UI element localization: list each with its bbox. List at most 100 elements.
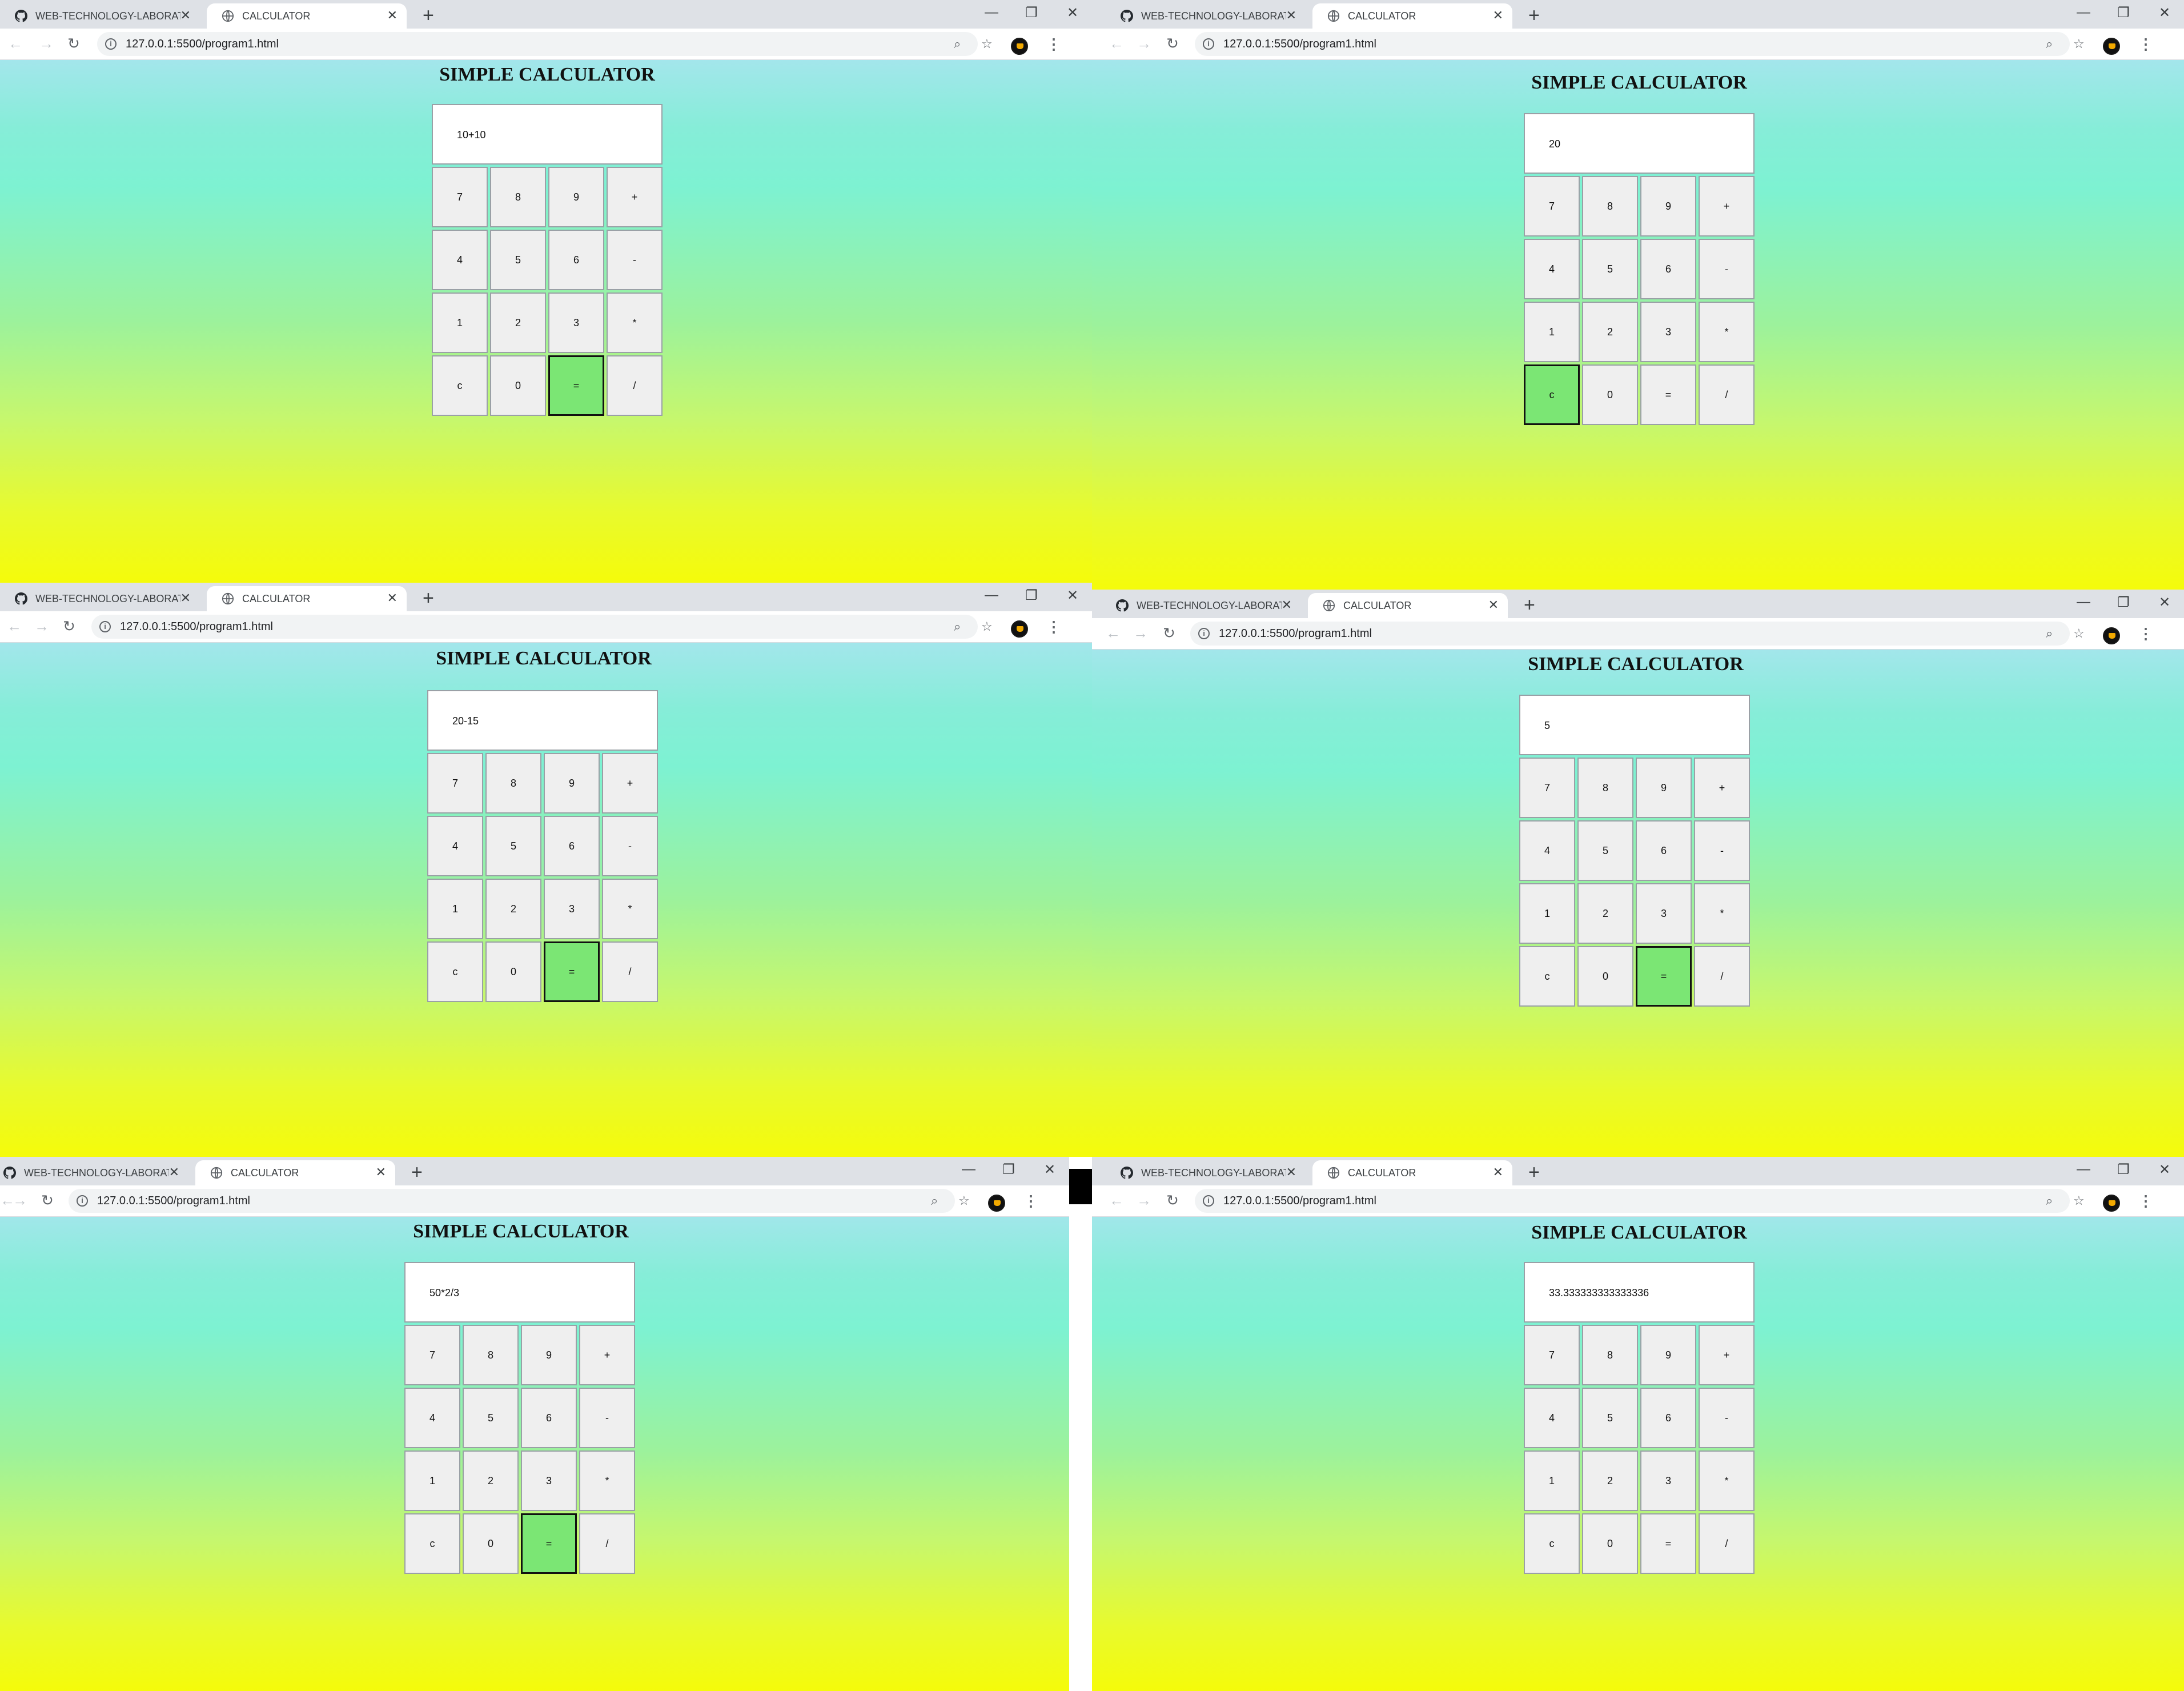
close-icon[interactable]: ✕	[1286, 9, 1296, 22]
key-button[interactable]: *	[1699, 1450, 1755, 1511]
key-button[interactable]: 5	[1582, 1388, 1638, 1448]
bookmark-star-icon[interactable]: ☆	[958, 1192, 970, 1209]
minimize-icon[interactable]: —	[2075, 594, 2091, 610]
reload-icon[interactable]: ↻	[65, 34, 82, 53]
key-button[interactable]: 1	[1524, 1450, 1580, 1511]
tab-calculator[interactable]: CALCULATOR ✕	[1312, 1160, 1512, 1185]
close-icon[interactable]: ✕	[1488, 598, 1499, 612]
key-button[interactable]: *	[1699, 302, 1755, 362]
new-tab-icon[interactable]: +	[423, 588, 434, 608]
key-button[interactable]: 8	[490, 167, 546, 227]
key-button[interactable]: 5	[463, 1388, 519, 1448]
info-icon[interactable]: i	[77, 1195, 88, 1207]
profile-avatar[interactable]	[1011, 38, 1028, 55]
key-button[interactable]: 3	[1640, 1450, 1696, 1511]
profile-avatar[interactable]	[1011, 620, 1028, 638]
key-button[interactable]: +	[1699, 1325, 1755, 1385]
close-icon[interactable]: ✕	[169, 1165, 179, 1179]
key-button[interactable]: 9	[544, 753, 600, 814]
key-button[interactable]: =	[548, 355, 604, 416]
back-arrow-icon[interactable]: ←	[6, 617, 23, 635]
calculator-display[interactable]: 50*2/3	[404, 1262, 635, 1323]
address-bar[interactable]: i 127.0.0.1:5500/program1.html	[69, 1189, 955, 1213]
restore-icon[interactable]: ❐	[1023, 587, 1039, 604]
forward-arrow-icon[interactable]: →	[1135, 1191, 1153, 1209]
tab-calculator[interactable]: CALCULATOR ✕	[195, 1160, 395, 1185]
key-button[interactable]: 1	[404, 1450, 460, 1511]
key-button[interactable]: 3	[521, 1450, 577, 1511]
zoom-icon[interactable]: ⌕	[2046, 1192, 2053, 1209]
bookmark-star-icon[interactable]: ☆	[981, 618, 993, 635]
key-button[interactable]: /	[602, 941, 658, 1002]
minimize-icon[interactable]: —	[983, 5, 999, 21]
key-button[interactable]: 4	[404, 1388, 460, 1448]
key-button[interactable]: *	[607, 292, 663, 353]
close-icon[interactable]: ✕	[2157, 5, 2173, 21]
close-icon[interactable]: ✕	[180, 9, 191, 22]
key-button[interactable]: 1	[1519, 883, 1575, 944]
key-button[interactable]: 6	[521, 1388, 577, 1448]
key-button[interactable]: 0	[463, 1513, 519, 1574]
key-button[interactable]: 7	[1519, 758, 1575, 818]
key-button[interactable]: 4	[1524, 239, 1580, 299]
key-button[interactable]: 0	[1582, 364, 1638, 425]
key-button[interactable]: 6	[1640, 239, 1696, 299]
tab-calculator[interactable]: CALCULATOR ✕	[207, 586, 407, 611]
key-button[interactable]: 1	[432, 292, 488, 353]
close-icon[interactable]: ✕	[2157, 594, 2173, 611]
menu-icon[interactable]: ⋮	[1023, 1192, 1038, 1209]
key-button[interactable]: -	[1694, 820, 1750, 881]
key-button[interactable]: 6	[1636, 820, 1692, 881]
key-button[interactable]: 1	[1524, 302, 1580, 362]
calculator-display[interactable]: 20	[1524, 113, 1755, 174]
close-icon[interactable]: ✕	[1286, 1165, 1296, 1179]
close-icon[interactable]: ✕	[180, 591, 191, 605]
key-button[interactable]: 4	[427, 816, 483, 876]
key-button[interactable]: +	[1694, 758, 1750, 818]
calculator-display[interactable]: 5	[1519, 695, 1750, 755]
info-icon[interactable]: i	[105, 38, 117, 50]
key-button[interactable]: 4	[432, 230, 488, 290]
close-icon[interactable]: ✕	[387, 9, 398, 22]
menu-icon[interactable]: ⋮	[1046, 35, 1061, 53]
key-button[interactable]: c	[404, 1513, 460, 1574]
key-button[interactable]: =	[1640, 364, 1696, 425]
key-button[interactable]: 0	[1582, 1513, 1638, 1574]
key-button[interactable]: 7	[427, 753, 483, 814]
key-button[interactable]: c	[1519, 946, 1575, 1007]
profile-avatar[interactable]	[2103, 1195, 2120, 1212]
close-icon[interactable]: ✕	[387, 591, 398, 605]
tab-github[interactable]: WEB-TECHNOLOGY-LABORATORY✕	[1106, 3, 1306, 29]
key-button[interactable]: 2	[1582, 1450, 1638, 1511]
close-icon[interactable]: ✕	[1065, 587, 1081, 604]
restore-icon[interactable]: ❐	[2115, 1161, 2131, 1178]
new-tab-icon[interactable]: +	[1528, 6, 1540, 25]
tab-github[interactable]: WEB-TECHNOLOGY-LABORATORY✕	[1101, 593, 1301, 618]
key-button[interactable]: 8	[1582, 176, 1638, 237]
close-icon[interactable]: ✕	[1042, 1161, 1058, 1178]
calculator-display[interactable]: 10+10	[432, 104, 663, 165]
bookmark-star-icon[interactable]: ☆	[2073, 1192, 2085, 1209]
bookmark-star-icon[interactable]: ☆	[2073, 625, 2085, 642]
key-button[interactable]: 9	[1636, 758, 1692, 818]
zoom-icon[interactable]: ⌕	[954, 35, 961, 53]
close-icon[interactable]: ✕	[376, 1165, 386, 1179]
tab-calculator[interactable]: CALCULATOR ✕	[207, 3, 407, 29]
minimize-icon[interactable]: —	[961, 1161, 977, 1177]
key-button[interactable]: 2	[1582, 302, 1638, 362]
key-button[interactable]: 0	[485, 941, 541, 1002]
key-button[interactable]: 5	[490, 230, 546, 290]
key-button[interactable]: /	[579, 1513, 635, 1574]
tab-github[interactable]: WEB-TECHNOLOGY-LABORATORY✕	[0, 1160, 188, 1185]
restore-icon[interactable]: ❐	[1001, 1161, 1017, 1178]
reload-icon[interactable]: ↻	[61, 617, 78, 635]
minimize-icon[interactable]: —	[2075, 5, 2091, 21]
address-bar[interactable]: i 127.0.0.1:5500/program1.html	[1195, 32, 2070, 56]
key-button[interactable]: c	[427, 941, 483, 1002]
tab-calculator[interactable]: CALCULATOR ✕	[1312, 3, 1512, 29]
close-icon[interactable]: ✕	[1493, 9, 1503, 22]
minimize-icon[interactable]: —	[2075, 1161, 2091, 1177]
menu-icon[interactable]: ⋮	[2138, 1192, 2153, 1209]
key-button[interactable]: 3	[544, 879, 600, 939]
key-button[interactable]: c	[1524, 364, 1580, 425]
